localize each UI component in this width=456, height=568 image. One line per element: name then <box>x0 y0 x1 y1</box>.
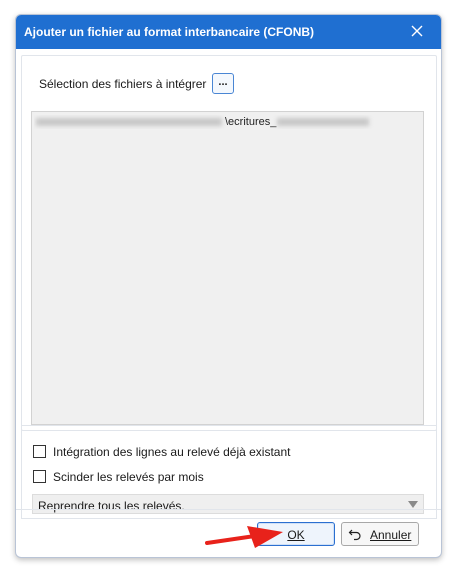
integration-checkbox[interactable] <box>33 445 46 458</box>
dialog-title: Ajouter un fichier au format interbancai… <box>24 25 315 39</box>
statement-mode-value: Reprendre tous les relevés. <box>38 499 185 513</box>
split-checkbox[interactable] <box>33 470 46 483</box>
split-label: Scinder les relevés par mois <box>53 470 204 484</box>
file-selection-panel: Sélection des fichiers à intégrer ... \e… <box>21 55 437 431</box>
cancel-button[interactable]: Annuler <box>341 522 419 546</box>
file-selection-label: Sélection des fichiers à intégrer <box>39 77 207 91</box>
chevron-down-icon <box>408 501 418 508</box>
cancel-label: Annuler <box>370 528 412 542</box>
file-list[interactable]: \ecritures_ <box>31 111 424 425</box>
file-name-visible: \ecritures_ <box>225 116 277 128</box>
options-panel: Intégration des lignes au relevé déjà ex… <box>21 425 437 519</box>
statement-mode-select[interactable]: Reprendre tous les relevés. <box>32 494 424 514</box>
list-item[interactable]: \ecritures_ <box>34 115 374 129</box>
red-arrow-annotation <box>205 526 283 548</box>
redacted-path <box>36 118 222 126</box>
redacted-name <box>277 118 369 126</box>
dialog-window: Ajouter un fichier au format interbancai… <box>15 14 442 558</box>
undo-icon <box>348 527 362 541</box>
browse-button[interactable]: ... <box>212 73 234 94</box>
integration-label: Intégration des lignes au relevé déjà ex… <box>53 445 291 459</box>
close-icon[interactable] <box>407 21 427 41</box>
footer-divider <box>16 509 441 510</box>
title-bar: Ajouter un fichier au format interbancai… <box>16 15 441 49</box>
